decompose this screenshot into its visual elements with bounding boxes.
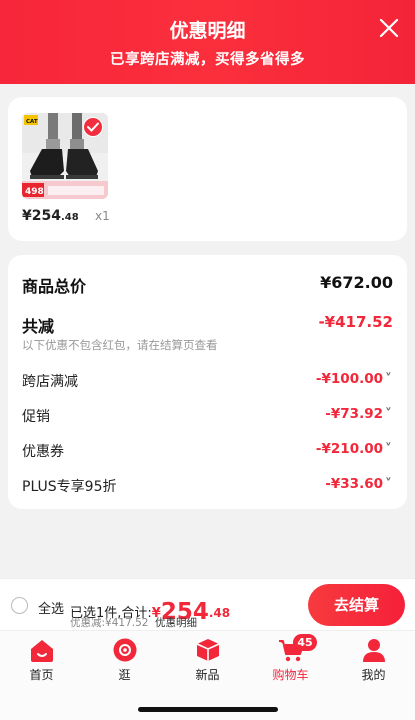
tab-cart[interactable]: 45 购物车 [249,631,332,691]
discount-detail-header: 优惠明细 已享跨店满减，买得多省得多 [0,0,415,84]
page-subtitle: 已享跨店满减，买得多省得多 [110,52,305,68]
product-price: ¥254.48 [22,208,79,224]
tab-label: 新品 [195,668,220,682]
price-summary-card: 商品总价 ¥672.00 共减 -¥417.52 以下优惠不包含红包，请在结算页… [8,255,407,509]
tab-label: 购物车 [272,668,309,682]
close-button[interactable] [377,16,401,40]
discount-amount: 优惠减:¥417.52 [70,617,149,629]
home-icon [31,640,53,662]
selected-check-icon[interactable] [83,117,103,137]
discount-item-value[interactable]: -¥210.00 ˅ [316,441,393,457]
tab-profile[interactable]: 我的 [332,631,415,691]
discount-item-label: PLUS专享95折 [22,479,117,495]
select-all-radio[interactable] [11,597,28,614]
discount-item-value[interactable]: -¥100.00 ˅ [316,371,393,387]
discount-item-value[interactable]: -¥73.92 ˅ [325,406,393,422]
total-price-label: 商品总价 [22,277,87,296]
discount-item-label: 优惠券 [22,444,64,460]
checkout-button[interactable]: 去结算 [308,584,405,626]
explore-icon [113,638,137,662]
select-all-label[interactable]: 全选 [38,598,64,617]
profile-icon [363,639,385,662]
chevron-down-icon: ˅ [385,441,392,457]
tab-label: 逛 [118,668,131,682]
chevron-down-icon: ˅ [385,476,392,492]
tab-label: 我的 [361,668,386,682]
tab-explore[interactable]: 逛 [83,631,166,691]
svg-text:CAT: CAT [26,119,38,125]
total-price-value: ¥672.00 [320,273,393,292]
total-discount-label: 共减 [22,317,55,336]
new-product-icon [196,639,220,661]
checkout-bar: 全选 已选1件,合计:¥254.48 优惠减:¥417.52 优惠明细 去结算 [0,578,415,630]
chevron-down-icon: ˅ [385,371,392,387]
svg-text:498: 498 [25,187,44,197]
tab-home[interactable]: 首页 [0,631,83,691]
discount-note: 以下优惠不包含红包，请在结算页查看 [22,338,218,352]
page-title: 优惠明细 [169,20,246,42]
product-quantity: x1 [95,209,110,223]
chevron-down-icon: ˅ [385,406,392,422]
discount-item-label: 促销 [22,409,50,425]
cart-count-badge: 45 [293,634,317,651]
product-card: 498 CAT ¥254.48 x1 [8,97,407,241]
home-indicator[interactable] [138,707,278,712]
discount-detail-link[interactable]: 优惠明细 [155,615,197,630]
discount-item-value[interactable]: -¥33.60 ˅ [325,476,393,492]
close-icon [379,18,399,38]
tab-label: 首页 [29,668,54,682]
total-discount-value: -¥417.52 [318,313,393,331]
discount-item-label: 跨店满减 [22,374,78,390]
tab-new[interactable]: 新品 [166,631,249,691]
